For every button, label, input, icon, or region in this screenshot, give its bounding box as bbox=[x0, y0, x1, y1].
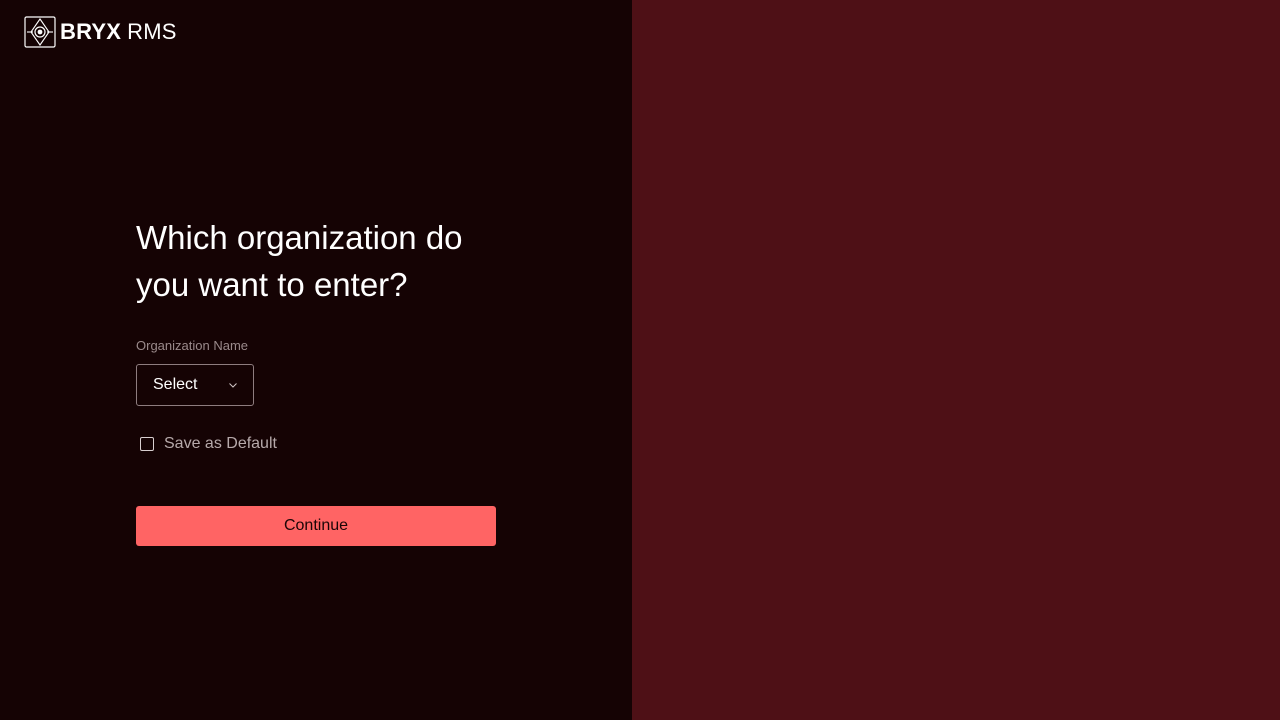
save-default-label[interactable]: Save as Default bbox=[164, 434, 277, 454]
chevron-down-icon bbox=[229, 382, 237, 388]
right-panel bbox=[632, 0, 1280, 720]
page-title: Which organization do you want to enter? bbox=[136, 219, 463, 303]
login-page: BRYX RMS Which organization do you want t… bbox=[0, 0, 1280, 720]
continue-button[interactable]: Continue bbox=[136, 506, 496, 546]
brand-name-bold: BRYX bbox=[60, 19, 122, 44]
brand-name: BRYX RMS bbox=[60, 16, 177, 48]
brand: BRYX RMS bbox=[24, 16, 177, 48]
bryx-logo-icon bbox=[24, 16, 56, 48]
organization-select[interactable]: Select bbox=[136, 364, 254, 406]
save-default-checkbox[interactable] bbox=[140, 437, 154, 451]
brand-name-light: RMS bbox=[127, 19, 177, 44]
save-default-row[interactable]: Save as Default bbox=[140, 434, 496, 454]
organization-select-value: Select bbox=[153, 376, 198, 393]
organization-name-label: Organization Name bbox=[136, 338, 248, 353]
left-panel: BRYX RMS Which organization do you want t… bbox=[0, 0, 632, 720]
org-select-form: Which organization do you want to enter?… bbox=[136, 214, 496, 546]
